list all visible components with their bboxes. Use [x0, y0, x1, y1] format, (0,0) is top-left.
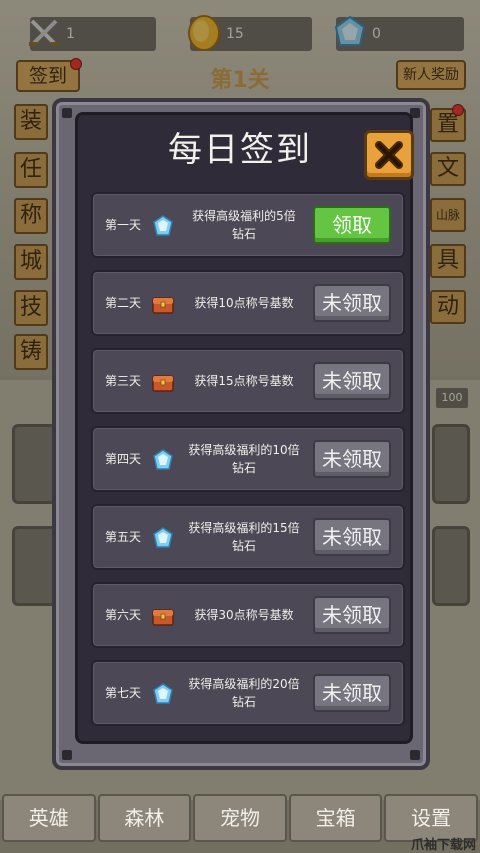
unclaimed-button[interactable]: 未领取 — [313, 284, 391, 322]
reward-text: 获得高级福利的10倍 钻石 — [179, 428, 309, 490]
day-label: 第二天 — [105, 296, 142, 310]
reward-line2: 钻石 — [231, 539, 256, 553]
day-label: 第五天 — [105, 530, 142, 544]
unclaimed-button[interactable]: 未领取 — [313, 596, 391, 634]
modal-title: 每日签到 — [168, 130, 312, 170]
day-label: 第六天 — [105, 608, 142, 622]
unclaimed-button[interactable]: 未领取 — [313, 362, 391, 400]
diamond-icon — [153, 215, 173, 236]
day-label: 第一天 — [105, 218, 142, 232]
reward-text: 获得高级福利的5倍 钻石 — [179, 194, 309, 256]
reward-line1: 获得30点称号基数 — [194, 608, 294, 622]
diamond-icon — [153, 683, 173, 704]
unclaimed-button[interactable]: 未领取 — [313, 518, 391, 556]
nav-forest[interactable]: 森林 — [97, 794, 192, 842]
unclaimed-button[interactable]: 未领取 — [313, 674, 391, 712]
watermark: 爪袖下载网 — [410, 838, 476, 853]
diamond-icon — [153, 449, 173, 470]
checkin-row-day5: 第五天 获得高级福利的15倍 钻石 未领取 — [91, 504, 405, 570]
close-button[interactable] — [364, 130, 414, 180]
day-label: 第七天 — [105, 686, 142, 700]
chest-icon — [152, 297, 174, 314]
corner-screw — [62, 750, 72, 760]
reward-line2: 钻石 — [231, 227, 256, 241]
close-icon — [375, 141, 403, 169]
checkin-row-day4: 第四天 获得高级福利的10倍 钻石 未领取 — [91, 426, 405, 492]
reward-line1: 获得高级福利的15倍 — [188, 521, 300, 535]
reward-text: 获得15点称号基数 — [179, 350, 309, 412]
chest-icon — [152, 609, 174, 626]
reward-text: 获得高级福利的15倍 钻石 — [179, 506, 309, 568]
reward-line1: 获得高级福利的5倍 — [192, 209, 296, 223]
reward-line1: 获得高级福利的20倍 — [188, 677, 300, 691]
reward-text: 获得高级福利的20倍 钻石 — [179, 662, 309, 724]
reward-line2: 钻石 — [231, 695, 256, 709]
nav-heroes[interactable]: 英雄 — [2, 794, 96, 842]
day-label: 第四天 — [105, 452, 142, 466]
day-label: 第三天 — [105, 374, 142, 388]
claim-button[interactable]: 领取 — [313, 206, 391, 244]
corner-screw — [410, 750, 420, 760]
bottom-nav: 英雄 森林 宠物 宝箱 设置 — [0, 794, 480, 842]
corner-screw — [62, 108, 72, 118]
chest-icon — [152, 375, 174, 392]
checkin-row-day3: 第三天 获得15点称号基数 未领取 — [91, 348, 405, 414]
diamond-icon — [153, 527, 173, 548]
reward-line1: 获得15点称号基数 — [194, 374, 294, 388]
unclaimed-button[interactable]: 未领取 — [313, 440, 391, 478]
reward-line1: 获得10点称号基数 — [194, 296, 294, 310]
checkin-row-day6: 第六天 获得30点称号基数 未领取 — [91, 582, 405, 648]
reward-line1: 获得高级福利的10倍 — [188, 443, 300, 457]
nav-chests[interactable]: 宝箱 — [288, 794, 383, 842]
checkin-row-day7: 第七天 获得高级福利的20倍 钻石 未领取 — [91, 660, 405, 726]
reward-text: 获得30点称号基数 — [179, 584, 309, 646]
checkin-row-day2: 第二天 获得10点称号基数 未领取 — [91, 270, 405, 336]
checkin-row-day1: 第一天 获得高级福利的5倍 钻石 领取 — [91, 192, 405, 258]
reward-text: 获得10点称号基数 — [179, 272, 309, 334]
nav-pets[interactable]: 宠物 — [193, 794, 287, 842]
reward-line2: 钻石 — [231, 461, 256, 475]
